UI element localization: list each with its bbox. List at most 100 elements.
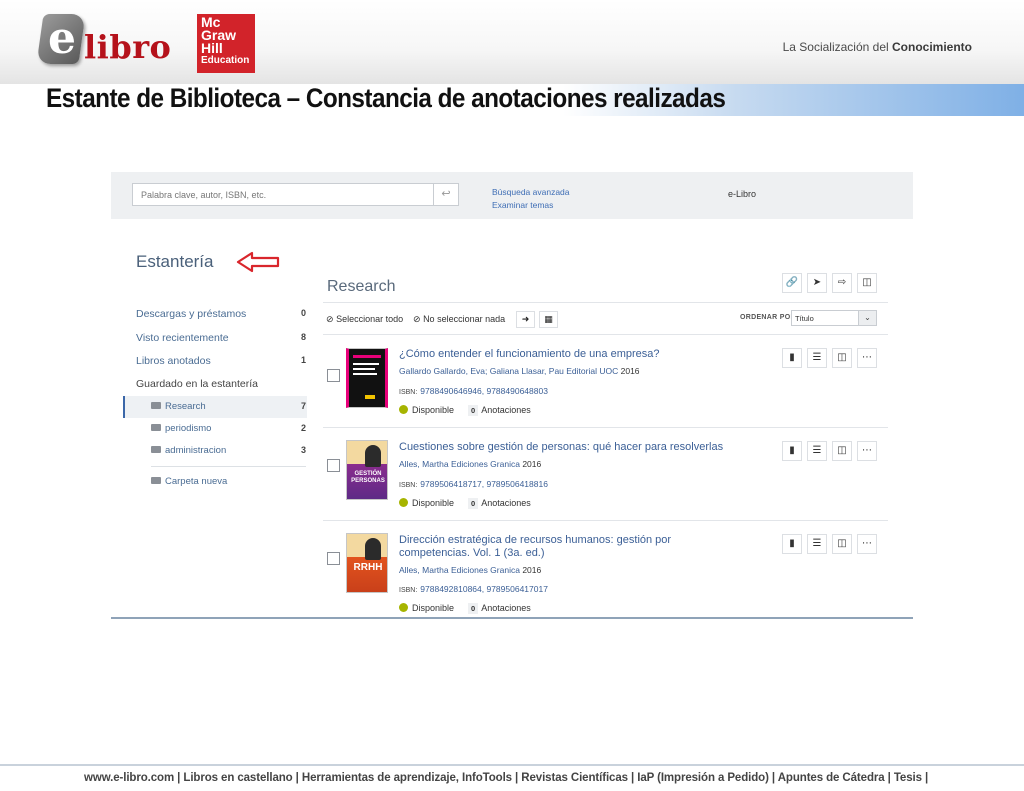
book-availability: Disponible 0 Anotaciones [399, 603, 531, 614]
folder-administracion[interactable]: administracion 3 [151, 445, 306, 456]
cover-title-text: RRHH [353, 562, 383, 573]
search-input[interactable]: Palabra clave, autor, ISBN, etc. [132, 183, 435, 206]
folder-move-button[interactable]: ▦ [539, 311, 558, 328]
send-icon[interactable]: ➤ [807, 273, 827, 293]
list-title: Research [327, 278, 396, 295]
book-authors[interactable]: Gallardo Gallardo, Eva; Galiana Llasar, … [399, 366, 640, 376]
chevron-down-icon[interactable]: ⌄ [858, 310, 877, 326]
comment-icon[interactable]: ◫ [832, 348, 852, 368]
read-book-icon[interactable]: ▮ [782, 441, 802, 461]
footer-divider [0, 764, 1024, 766]
book-isbn: ISBN: 9788492810864, 9789506417017 [399, 584, 548, 594]
select-all-link[interactable]: ⊘ Seleccionar todo [326, 314, 403, 325]
annotation-count-badge: 0 [468, 405, 479, 416]
cover-stripe [353, 363, 379, 365]
book-checkbox[interactable] [327, 459, 340, 472]
list-icon[interactable]: ☰ [807, 534, 827, 554]
comment-icon[interactable]: ◫ [832, 534, 852, 554]
comment-icon[interactable]: ◫ [832, 441, 852, 461]
annotation-count-badge: 0 [468, 498, 479, 509]
more-options-icon[interactable]: ⋯ [857, 534, 877, 554]
new-folder-button[interactable]: Carpeta nueva [151, 476, 306, 487]
elibro-screenshot-panel: Palabra clave, autor, ISBN, etc. ↩ Búsqu… [111, 172, 913, 619]
book-year: 2016 [522, 459, 542, 469]
book-title-link[interactable]: ¿Cómo entender el funcionamiento de una … [399, 348, 729, 361]
book-author-text: Alles, Martha Ediciones Granica [399, 565, 520, 575]
tagline-prefix: La Socialización del [782, 40, 892, 54]
book-title-link[interactable]: Cuestiones sobre gestión de personas: qu… [399, 441, 729, 454]
cover-stripe [365, 395, 375, 399]
red-arrow-icon [236, 251, 280, 273]
folder-periodismo[interactable]: periodismo 2 [151, 423, 306, 434]
sidebar-item-downloads[interactable]: Descargas y préstamos 0 [136, 308, 306, 320]
advanced-search-link[interactable]: Búsqueda avanzada [492, 187, 570, 197]
isbn-value: 9788490646946, 9788490648803 [420, 386, 548, 396]
book-year: 2016 [522, 565, 542, 575]
move-arrow-button[interactable]: ➜ [516, 311, 535, 328]
book-isbn: ISBN: 9789506418717, 9789506418816 [399, 479, 548, 489]
elibro-logo: e libro [36, 12, 190, 70]
available-dot-icon [399, 603, 408, 612]
status-text: Disponible [412, 498, 455, 508]
browse-topics-link[interactable]: Examinar temas [492, 200, 553, 210]
sidebar-item-recent[interactable]: Visto recientemente 8 [136, 332, 306, 344]
folder-research[interactable]: Research 7 [151, 401, 306, 412]
footer-links: www.e-libro.com | Libros en castellano |… [84, 772, 929, 784]
comment-icon[interactable]: ◫ [857, 273, 877, 293]
book-cover[interactable] [346, 348, 388, 408]
book-authors[interactable]: Alles, Martha Ediciones Granica 2016 [399, 565, 541, 575]
book-checkbox[interactable] [327, 369, 340, 382]
check-circle-icon: ⊘ [326, 314, 334, 324]
folder-count: 2 [300, 423, 306, 433]
status-text: Disponible [412, 405, 455, 415]
available-dot-icon [399, 405, 408, 414]
mcgraw-line-3: Hill [201, 40, 223, 56]
book-cover[interactable]: GESTIÓN PERSONAS [346, 440, 388, 500]
cover-stripe [353, 373, 377, 375]
sidebar-divider [151, 466, 306, 467]
slide-title: Estante de Biblioteca – Constancia de an… [46, 83, 726, 113]
select-none-link[interactable]: ⊘ No seleccionar nada [413, 314, 505, 325]
tagline-bold: Conocimiento [892, 40, 972, 54]
read-book-icon[interactable]: ▮ [782, 348, 802, 368]
shelf-heading: Estantería [136, 252, 214, 271]
export-icon[interactable]: ⇨ [832, 273, 852, 293]
more-options-icon[interactable]: ⋯ [857, 348, 877, 368]
book-author-text: Gallardo Gallardo, Eva; Galiana Llasar, … [399, 366, 619, 376]
folder-count: 3 [300, 445, 306, 455]
new-folder-label: Carpeta nueva [165, 476, 228, 487]
sidebar-item-annotated[interactable]: Libros anotados 1 [136, 355, 306, 367]
read-book-icon[interactable]: ▮ [782, 534, 802, 554]
book-row: RRHH Dirección estratégica de recursos h… [323, 521, 888, 617]
list-icon[interactable]: ☰ [807, 348, 827, 368]
elibro-logo-word: libro [84, 28, 172, 66]
book-isbn: ISBN: 9788490646946, 9788490648803 [399, 386, 548, 396]
sidebar-item-count: 1 [300, 355, 306, 365]
toolbar-divider-top [323, 302, 888, 303]
folder-label: administracion [165, 445, 227, 456]
book-checkbox[interactable] [327, 552, 340, 565]
sidebar-saved-heading: Guardado en la estantería [136, 378, 259, 390]
folder-icon [151, 446, 161, 453]
more-options-icon[interactable]: ⋯ [857, 441, 877, 461]
link-icon[interactable]: 🔗 [782, 273, 802, 293]
folder-count: 7 [300, 401, 306, 411]
select-none-label: No seleccionar nada [423, 314, 506, 324]
search-strip: Palabra clave, autor, ISBN, etc. ↩ Búsqu… [111, 172, 913, 219]
book-cover[interactable]: RRHH [346, 533, 388, 593]
book-availability: Disponible 0 Anotaciones [399, 498, 531, 509]
sidebar-item-count: 8 [300, 332, 306, 342]
folder-label: periodismo [165, 423, 212, 434]
cover-title-text: GESTIÓN PERSONAS [351, 471, 385, 484]
isbn-label: ISBN: [399, 587, 418, 594]
book-title-link[interactable]: Dirección estratégica de recursos humano… [399, 534, 729, 559]
list-icon[interactable]: ☰ [807, 441, 827, 461]
elibro-home-link[interactable]: e-Libro [728, 189, 756, 199]
cover-stripe [353, 355, 381, 358]
slide-header: e libro Mc Graw Hill Education La Social… [0, 0, 1024, 84]
book-authors[interactable]: Alles, Martha Ediciones Granica 2016 [399, 459, 541, 469]
search-submit-icon[interactable]: ↩ [433, 183, 459, 206]
book-year: 2016 [620, 366, 640, 376]
sidebar-item-label: Visto recientemente [136, 332, 229, 344]
isbn-value: 9789506418717, 9789506418816 [420, 479, 548, 489]
